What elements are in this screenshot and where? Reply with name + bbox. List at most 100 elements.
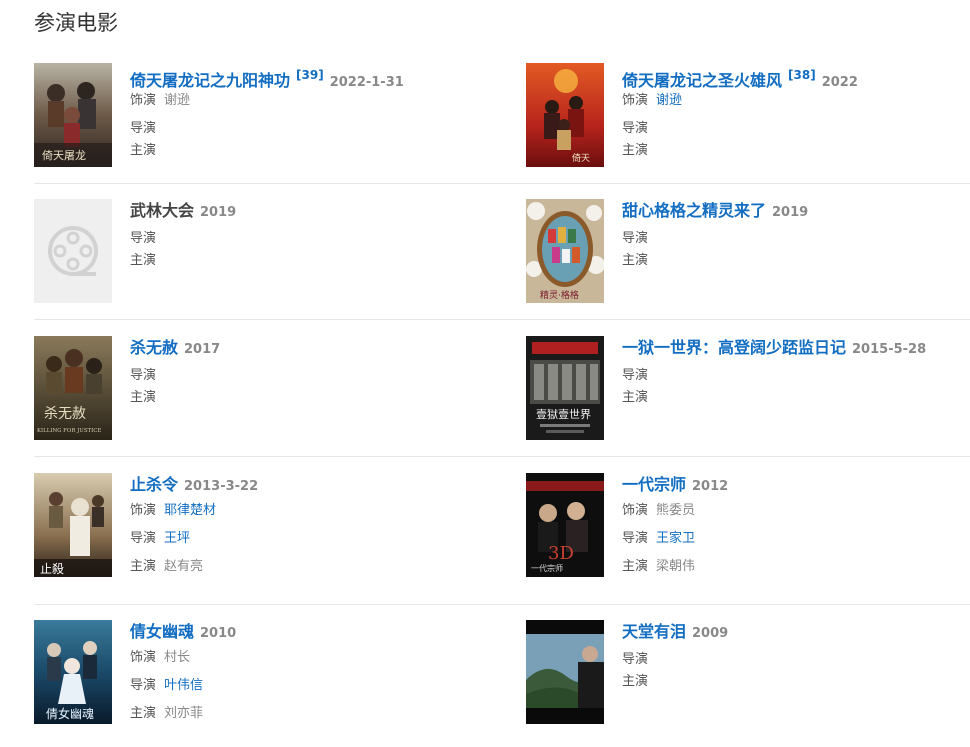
row-divider: [34, 456, 970, 457]
row-divider: [34, 319, 970, 320]
movie-row: 止殺 止杀令 2013-3-22 饰演 耶律楚材 导演 王坪 主演 赵有亮 3D 一代宗…: [34, 473, 970, 593]
director-line: 导演: [130, 366, 470, 386]
starring-label: 主演: [622, 143, 649, 158]
director-label: 导演: [130, 121, 157, 136]
director-label: 导演: [622, 531, 649, 546]
movie-title-link[interactable]: 杀无赦: [130, 338, 178, 357]
director-label: 导演: [622, 231, 649, 246]
starring-line: 主演: [622, 251, 962, 271]
movie-item: 倚天屠龙 倚天屠龙记之九阳神功 [39] 2022-1-31 饰演 谢逊 导演 主演: [34, 63, 474, 173]
release-date: 2019: [200, 205, 237, 220]
row-divider: [34, 183, 970, 184]
movie-poster[interactable]: 倚天屠龙: [34, 63, 112, 167]
starring-line: 主演 刘亦菲: [130, 704, 470, 724]
poster-title-text: 杀无赦: [44, 405, 86, 422]
role-label: 饰演: [622, 93, 649, 108]
movie-poster[interactable]: 倚天: [526, 63, 604, 167]
poster-title-text: 精灵·格格: [540, 289, 579, 301]
starring-label: 主演: [130, 390, 157, 405]
role-value: 熊委员: [656, 503, 696, 518]
release-date: 2009: [692, 626, 729, 641]
movie-title-link[interactable]: 止杀令: [130, 475, 178, 494]
role-value-link[interactable]: 耶律楚材: [164, 503, 216, 518]
director-line: 导演 王坪: [130, 529, 470, 549]
role-line: 饰演 村长: [130, 648, 470, 668]
role-line: 饰演 谢逊: [130, 91, 470, 111]
svg-text:倩女幽魂: 倩女幽魂: [46, 706, 94, 721]
role-value-link[interactable]: 谢逊: [656, 93, 682, 108]
svg-text:止殺: 止殺: [40, 562, 64, 576]
director-value-link[interactable]: 叶伟信: [164, 678, 203, 693]
role-line: 饰演 谢逊: [622, 91, 962, 111]
starring-label: 主演: [622, 674, 649, 689]
movie-item: 倩女幽魂 倩女幽魂 2010 饰演 村长 导演 叶伟信 主演 刘亦菲: [34, 620, 474, 730]
movie-poster[interactable]: 精灵·格格: [526, 199, 604, 303]
director-label: 导演: [130, 531, 157, 546]
role-line: 饰演 熊委员: [622, 501, 962, 521]
starring-label: 主演: [622, 559, 649, 574]
movie-poster[interactable]: 倩女幽魂: [34, 620, 112, 724]
row-divider: [34, 604, 970, 605]
movie-title-link[interactable]: 倚天屠龙记之圣火雄风: [622, 71, 782, 90]
movie-title-link[interactable]: 倚天屠龙记之九阳神功: [130, 71, 290, 90]
starring-line: 主演: [622, 672, 962, 692]
movie-item: 天堂有泪 2009 导演 主演: [526, 620, 966, 730]
movie-poster[interactable]: 杀无赦 KILLING FOR JUSTICE: [34, 336, 112, 440]
movie-row: 倚天屠龙 倚天屠龙记之九阳神功 [39] 2022-1-31 饰演 谢逊 导演 主演 …: [34, 63, 970, 173]
movie-title-link[interactable]: 一狱一世界：高登阔少踎监日记: [622, 338, 846, 357]
director-value-link[interactable]: 王家卫: [656, 531, 695, 546]
poster-title-text: 倚天屠龙: [42, 149, 86, 162]
starring-label: 主演: [130, 559, 157, 574]
director-value-link[interactable]: 王坪: [164, 531, 190, 546]
starring-line: 主演 赵有亮: [130, 557, 470, 577]
movie-row: 杀无赦 KILLING FOR JUSTICE 杀无赦 2017 导演 主演 壹獄…: [34, 336, 970, 446]
movie-item: 武林大会 2019 导演 主演: [34, 199, 474, 309]
starring-line: 主演: [130, 251, 470, 271]
role-line: 饰演 耶律楚材: [130, 501, 470, 521]
starring-label: 主演: [130, 253, 157, 268]
movie-poster-placeholder[interactable]: [34, 199, 112, 303]
role-label: 饰演: [622, 503, 649, 518]
release-date: 2012: [692, 479, 729, 494]
starring-line: 主演: [130, 388, 470, 408]
director-label: 导演: [622, 121, 649, 136]
poster-subtitle-text: KILLING FOR JUSTICE: [37, 428, 101, 434]
starring-value: 梁朝伟: [656, 559, 696, 574]
role-label: 饰演: [130, 93, 157, 108]
movie-poster[interactable]: [526, 620, 604, 724]
citation-link[interactable]: [39]: [296, 68, 324, 82]
release-date: 2010: [200, 626, 237, 641]
starring-value: 刘亦菲: [164, 706, 204, 721]
director-label: 导演: [622, 652, 649, 667]
director-line: 导演: [130, 119, 470, 139]
director-line: 导演: [622, 650, 962, 670]
citation-link[interactable]: [38]: [788, 68, 816, 82]
release-date: 2013-3-22: [184, 479, 259, 494]
movie-item: 3D 一代宗师 一代宗师 2012 饰演 熊委员 导演 王家卫 主演 梁朝伟: [526, 473, 966, 583]
starring-label: 主演: [622, 253, 649, 268]
movie-poster[interactable]: 止殺: [34, 473, 112, 577]
director-line: 导演: [622, 229, 962, 249]
role-label: 饰演: [130, 503, 157, 518]
poster-title-text: 一代宗师: [531, 563, 563, 573]
release-date: 2015-5-28: [852, 342, 927, 357]
movie-title-link[interactable]: 甜心格格之精灵来了: [622, 201, 766, 220]
director-line: 导演 王家卫: [622, 529, 962, 549]
movie-title-link[interactable]: 一代宗师: [622, 475, 686, 494]
movie-title-link[interactable]: 天堂有泪: [622, 622, 686, 641]
movie-item: 壹獄壹世界 一狱一世界：高登阔少踎监日记 2015-5-28 导演 主演: [526, 336, 966, 446]
svg-text:3D: 3D: [548, 543, 574, 564]
svg-text:倚天: 倚天: [572, 152, 590, 164]
section-title: 参演电影: [34, 11, 118, 35]
movie-title: 武林大会: [130, 201, 195, 220]
starring-label: 主演: [130, 143, 157, 158]
starring-line: 主演 梁朝伟: [622, 557, 962, 577]
movie-poster[interactable]: 壹獄壹世界: [526, 336, 604, 440]
release-date: 2022: [821, 75, 858, 90]
movie-item: 止殺 止杀令 2013-3-22 饰演 耶律楚材 导演 王坪 主演 赵有亮: [34, 473, 474, 583]
movie-poster[interactable]: 3D 一代宗师: [526, 473, 604, 577]
movie-title-link[interactable]: 倩女幽魂: [130, 622, 194, 641]
starring-line: 主演: [622, 388, 962, 408]
movie-row: 武林大会 2019 导演 主演 精灵·格格 甜心格格之精灵来了 2019 导演 …: [34, 199, 970, 309]
director-label: 导演: [130, 231, 157, 246]
